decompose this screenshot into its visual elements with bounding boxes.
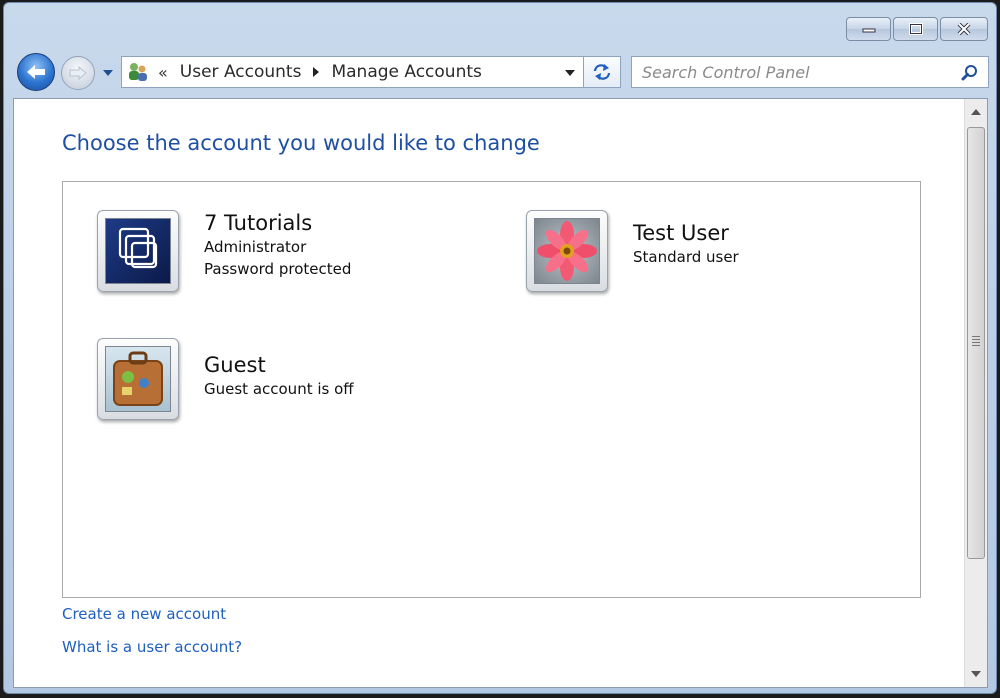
address-overflow-chevrons[interactable]: « bbox=[158, 63, 168, 82]
address-bar[interactable]: « User Accounts Manage Accounts bbox=[121, 56, 584, 88]
back-button[interactable] bbox=[17, 53, 55, 91]
account-tile-guest[interactable]: Guest Guest account is off bbox=[97, 338, 354, 420]
minimize-button[interactable] bbox=[846, 17, 891, 41]
account-picture-frame bbox=[97, 210, 179, 292]
search-icon[interactable] bbox=[961, 64, 979, 82]
search-input[interactable] bbox=[642, 62, 942, 82]
flower-picture bbox=[534, 218, 600, 284]
breadcrumb-manage-accounts[interactable]: Manage Accounts bbox=[331, 62, 481, 82]
recent-pages-dropdown-icon[interactable] bbox=[101, 67, 115, 79]
account-info: Guest Guest account is off bbox=[204, 352, 354, 400]
address-history-dropdown-icon[interactable] bbox=[565, 70, 575, 76]
close-icon bbox=[957, 23, 971, 35]
forward-button[interactable] bbox=[61, 56, 95, 90]
grip-icon bbox=[972, 336, 980, 348]
close-button[interactable] bbox=[940, 17, 988, 41]
breadcrumb-user-accounts[interactable]: User Accounts bbox=[180, 62, 302, 82]
account-type: Administrator bbox=[204, 238, 307, 256]
refresh-button[interactable] bbox=[584, 56, 621, 88]
account-status: Guest account is off bbox=[204, 380, 354, 398]
account-info: 7 Tutorials Administrator Password prote… bbox=[204, 210, 351, 280]
back-arrow-icon bbox=[27, 65, 45, 79]
control-panel-window: « User Accounts Manage Accounts Choose t… bbox=[3, 2, 997, 694]
content-pane: Choose the account you would like to cha… bbox=[13, 98, 988, 688]
scroll-down-icon[interactable] bbox=[971, 671, 981, 677]
refresh-icon bbox=[593, 64, 611, 80]
create-new-account-link[interactable]: Create a new account bbox=[62, 605, 226, 623]
account-picture-frame bbox=[526, 210, 608, 292]
account-info: Test User Standard user bbox=[633, 220, 739, 268]
scroll-thumb[interactable] bbox=[967, 127, 985, 559]
breadcrumb-separator-icon[interactable] bbox=[313, 67, 320, 77]
search-box[interactable] bbox=[631, 56, 989, 88]
forward-arrow-icon bbox=[69, 65, 87, 81]
account-tile-test-user[interactable]: Test User Standard user bbox=[526, 210, 739, 292]
account-name: Guest bbox=[204, 353, 266, 377]
minimize-icon bbox=[862, 28, 875, 33]
what-is-user-account-link[interactable]: What is a user account? bbox=[62, 638, 242, 656]
maximize-button[interactable] bbox=[893, 17, 938, 41]
overlapping-squares-picture bbox=[105, 218, 171, 284]
page-title: Choose the account you would like to cha… bbox=[62, 131, 540, 155]
account-name: 7 Tutorials bbox=[204, 211, 313, 235]
maximize-icon bbox=[908, 23, 923, 35]
scroll-up-icon[interactable] bbox=[971, 109, 981, 115]
caption-buttons bbox=[844, 17, 988, 41]
suitcase-picture bbox=[105, 346, 171, 412]
accounts-list: 7 Tutorials Administrator Password prote… bbox=[62, 181, 921, 598]
account-picture-frame bbox=[97, 338, 179, 420]
account-type: Standard user bbox=[633, 248, 739, 266]
vertical-scrollbar[interactable] bbox=[964, 99, 987, 687]
account-name: Test User bbox=[633, 221, 729, 245]
user-accounts-icon bbox=[129, 63, 147, 81]
account-password-status: Password protected bbox=[204, 260, 352, 278]
account-tile-7-tutorials[interactable]: 7 Tutorials Administrator Password prote… bbox=[97, 210, 351, 292]
